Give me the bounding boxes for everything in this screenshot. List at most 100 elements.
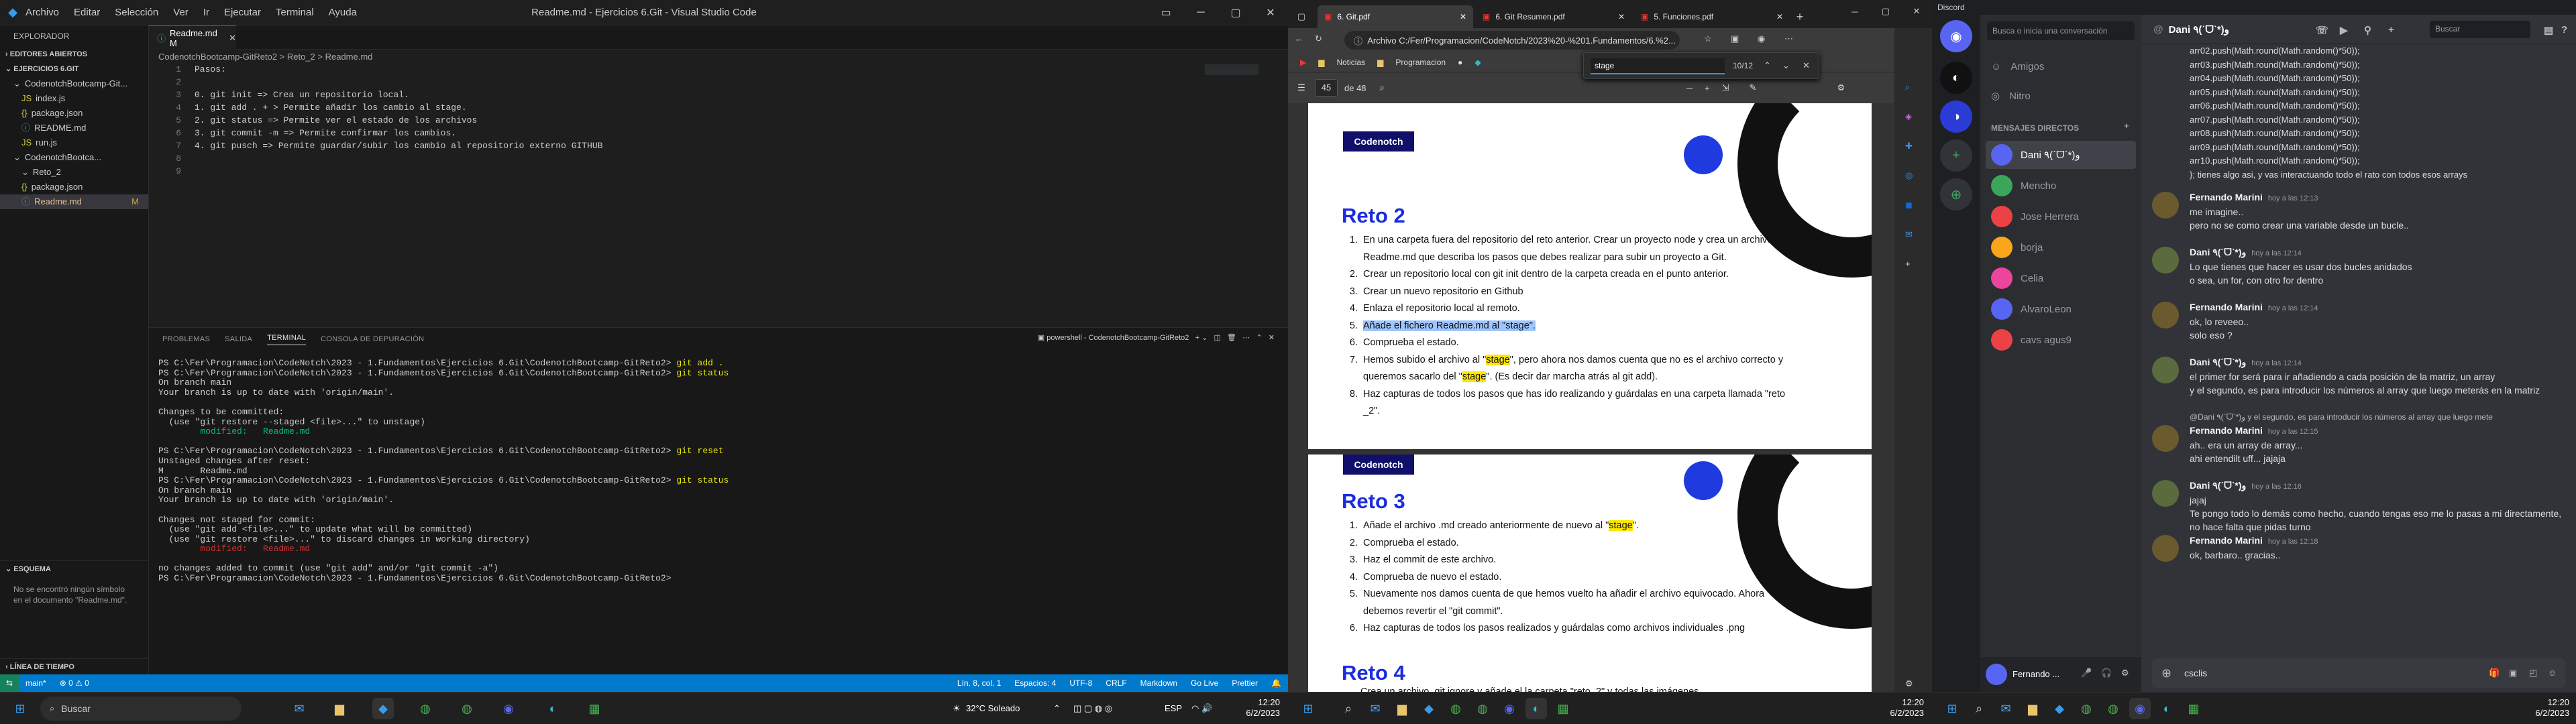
chrome-icon-3[interactable]: ◍ [2076,698,2097,719]
collections-icon[interactable]: ▣ [1731,34,1739,44]
avatar[interactable] [2152,425,2179,452]
discord-home-icon[interactable]: ◉ [1940,20,1972,52]
dm-search-input[interactable]: Busca o inicia una conversación [1987,21,2135,40]
windows-start-icon-3[interactable]: ⊞ [1941,698,1963,719]
fav-youtube-icon[interactable]: ▶ [1300,58,1306,67]
minimap[interactable] [1205,64,1258,75]
dm-item[interactable]: Dani ٩(ˊᗜˋ*)و [1986,141,2136,169]
fav-programacion[interactable]: Programacion [1395,58,1446,67]
workspace-section[interactable]: ⌄ EJERCICIOS 6.GIT [0,62,148,76]
discord-taskbar-icon-3[interactable]: ◉ [2129,698,2151,719]
server-icon-1[interactable]: ◐ [1940,62,1972,94]
terminal-output[interactable]: PS C:\Fer\Programacion\CodeNotch\2023 - … [158,358,729,584]
tree-item[interactable]: ⌄ CodenotchBootca... [0,150,148,165]
new-dm-icon[interactable]: + [2124,121,2129,131]
fav-folder-icon[interactable]: ▆ [1318,58,1324,67]
sidebar-search-icon[interactable]: ⌕ [1905,82,1910,93]
maximize-button[interactable]: ▢ [1218,0,1253,25]
refresh-icon[interactable]: ↻ [1315,34,1322,44]
message-author[interactable]: Dani ٩(ˊᗜˋ*)و hoy a las 12:14 [2190,245,2302,260]
search-icon-2[interactable]: ⌕ [1338,698,1359,719]
panel-tab[interactable]: PROBLEMAS [162,335,210,343]
dm-item[interactable]: Mencho [1986,172,2136,200]
find-input[interactable]: stage [1591,58,1725,74]
dm-item[interactable]: cavs agus9 [1986,326,2136,354]
chrome2-icon[interactable]: ◍ [456,698,478,719]
user-settings-icon[interactable]: ⚙ [2121,668,2129,678]
menu-item[interactable]: Ejecutar [224,7,261,18]
message-author[interactable]: Fernando Marini hoy a las 12:15 [2190,424,2318,438]
panel-tab[interactable]: SALIDA [225,335,252,343]
gift-icon[interactable]: 🎁 [2489,668,2500,678]
shell-label[interactable]: powershell - CodenotchBootcamp-GitReto2 [1046,334,1189,342]
new-terminal-button[interactable]: + ⌄ [1191,334,1212,342]
chrome-icon[interactable]: ◍ [415,698,436,719]
weather-text[interactable]: 32°C Soleado [966,703,1020,714]
timeline-header[interactable]: › LÍNEA DE TIEMPO [0,658,149,674]
add-server-icon[interactable]: + [1940,139,1972,172]
edge-taskbar-icon-3[interactable]: ◐ [2156,698,2178,719]
windows-start-icon-2[interactable]: ⊞ [1297,698,1319,719]
lang-indicator[interactable]: ESP [1165,703,1182,714]
find-close-icon[interactable]: ✕ [1803,60,1810,71]
menu-item[interactable]: Ir [203,7,209,18]
add-friend-icon[interactable]: + [2388,24,2394,36]
settings-menu-icon[interactable]: ⋯ [1784,34,1793,44]
minimize-button[interactable]: ─ [1183,0,1218,25]
find-next-icon[interactable]: ⌄ [1782,60,1790,71]
sidebar-games-icon[interactable]: ◎ [1905,170,1913,181]
chat-search-input[interactable]: Buscar [2430,21,2530,38]
sticker-icon[interactable]: ◰ [2529,668,2537,678]
notifications-icon[interactable]: 🔔 [1271,678,1281,688]
status-item[interactable]: Go Live [1191,678,1218,688]
avatar[interactable] [1986,664,2007,685]
search-icon-3[interactable]: ⌕ [1968,698,1990,719]
page-number-input[interactable]: 45 [1315,79,1338,97]
dm-item[interactable]: borja [1986,233,2136,261]
new-tab-button[interactable]: + [1790,5,1810,28]
dm-item[interactable]: Jose Herrera [1986,202,2136,231]
sidebar-office-icon[interactable]: ◼ [1905,200,1913,210]
outline-header[interactable]: ⌄ ESQUEMA [0,561,148,577]
discord-taskbar-icon[interactable]: ◉ [498,698,519,719]
close-tab-icon[interactable]: ✕ [1460,12,1466,21]
vscode-taskbar-icon-2[interactable]: ◆ [1418,698,1440,719]
file-explorer-icon-2[interactable]: ▆ [1391,698,1413,719]
emoji-icon[interactable]: ☺ [2548,668,2557,678]
message-author[interactable]: Fernando Marini hoy a las 12:18 [2190,534,2318,548]
search-pdf-icon[interactable]: ⌕ [1380,82,1385,93]
inbox-icon[interactable]: ▤ [2544,24,2553,36]
address-bar[interactable]: ⓘ Archivo C:/Fer/Programacion/CodeNotch/… [1344,31,1680,50]
file-explorer-icon-3[interactable]: ▆ [2022,698,2043,719]
tab-actions-icon[interactable]: ▢ [1288,5,1315,28]
remote-icon[interactable]: ⇆ [0,674,19,692]
profile-icon[interactable]: ◉ [1758,34,1765,44]
close-tab-icon[interactable]: ✕ [1618,12,1625,21]
tray-icons[interactable]: ◫ ▢ ◍ ◎ [1073,703,1112,714]
trash-icon[interactable]: 🗑 [1227,334,1240,342]
attach-icon[interactable]: ⊕ [2161,666,2171,680]
avatar[interactable] [2152,480,2179,507]
tree-item[interactable]: ⌄ CodenotchBootcamp-Git... [0,76,148,91]
code-editor[interactable]: 1 Pasos: 2 3 0. git init => Crea un reposito… [149,64,1288,327]
menu-item[interactable]: Archivo [25,7,59,18]
avatar[interactable] [2152,192,2179,219]
pdf-settings-icon[interactable]: ⚙ [1837,82,1845,93]
help-icon[interactable]: ? [2561,24,2567,36]
favorites-icon[interactable]: ☆ [1704,34,1712,44]
sidebar-tools-icon[interactable]: ✚ [1905,141,1913,152]
browser-tab[interactable]: ▣ 5. Funciones.pdf ✕ [1634,5,1790,28]
layout-toggle-icon[interactable]: ▭ [1148,0,1183,25]
edge-taskbar-icon-2[interactable]: ◐ [1525,698,1547,719]
avatar[interactable] [2152,535,2179,562]
edge-close-button[interactable]: ✕ [1901,0,1932,23]
status-item[interactable]: Lín. 8, col. 1 [957,678,1001,688]
clock-3[interactable]: 12:20 6/2/2023 [2529,697,2569,719]
menu-item[interactable]: Editar [74,7,100,18]
status-item[interactable]: Markdown [1140,678,1177,688]
video-icon[interactable]: ▶ [2340,24,2348,36]
status-item[interactable]: UTF-8 [1069,678,1092,688]
fav-folder2-icon[interactable]: ▆ [1377,58,1383,67]
back-icon[interactable]: ← [1295,34,1303,44]
pdf-viewer[interactable]: Codenotch Reto 2 En una carpeta fuera de… [1288,103,1894,692]
